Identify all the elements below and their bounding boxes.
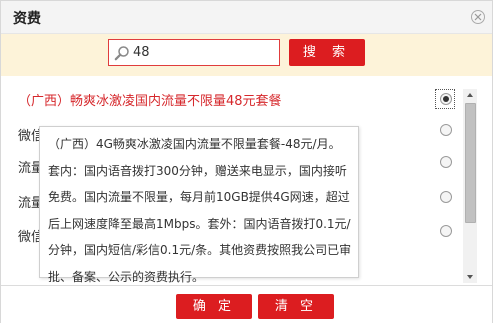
search-icon xyxy=(114,46,129,61)
clear-button[interactable]: 清 空 xyxy=(258,294,334,319)
plan-radio[interactable] xyxy=(440,191,452,203)
close-button[interactable] xyxy=(471,10,485,24)
scroll-down-arrow-icon[interactable] xyxy=(463,271,477,283)
plan-radio[interactable] xyxy=(440,225,452,237)
tariff-dialog: 资费 搜 索 （广西）畅爽冰激凌国内流量不限量48元套餐 微信 xyxy=(0,0,493,323)
title-bar: 资费 xyxy=(1,1,492,34)
scroll-up-arrow-icon[interactable] xyxy=(463,89,477,101)
plan-item[interactable]: （广西）畅爽冰激凌国内流量不限量48元套餐 xyxy=(1,82,459,114)
search-area: 搜 索 xyxy=(1,34,492,76)
dialog-footer: 确 定 清 空 xyxy=(1,285,492,323)
plan-radio[interactable] xyxy=(440,93,452,105)
scroll-thumb[interactable] xyxy=(465,103,476,223)
confirm-button[interactable]: 确 定 xyxy=(176,294,252,319)
close-icon xyxy=(474,13,482,21)
search-input[interactable] xyxy=(133,42,273,63)
search-button[interactable]: 搜 索 xyxy=(289,39,365,66)
plan-radio[interactable] xyxy=(440,124,452,136)
plan-radio[interactable] xyxy=(440,156,452,168)
list-scrollbar[interactable] xyxy=(463,89,477,283)
plan-description-tooltip: （广西）4G畅爽冰激凌国内流量不限量套餐-48元/月。套内：国内语音拨打300分… xyxy=(39,126,359,284)
plan-label: （广西）畅爽冰激凌国内流量不限量48元套餐 xyxy=(18,94,282,109)
dialog-title: 资费 xyxy=(13,11,41,27)
search-box[interactable] xyxy=(108,39,280,66)
